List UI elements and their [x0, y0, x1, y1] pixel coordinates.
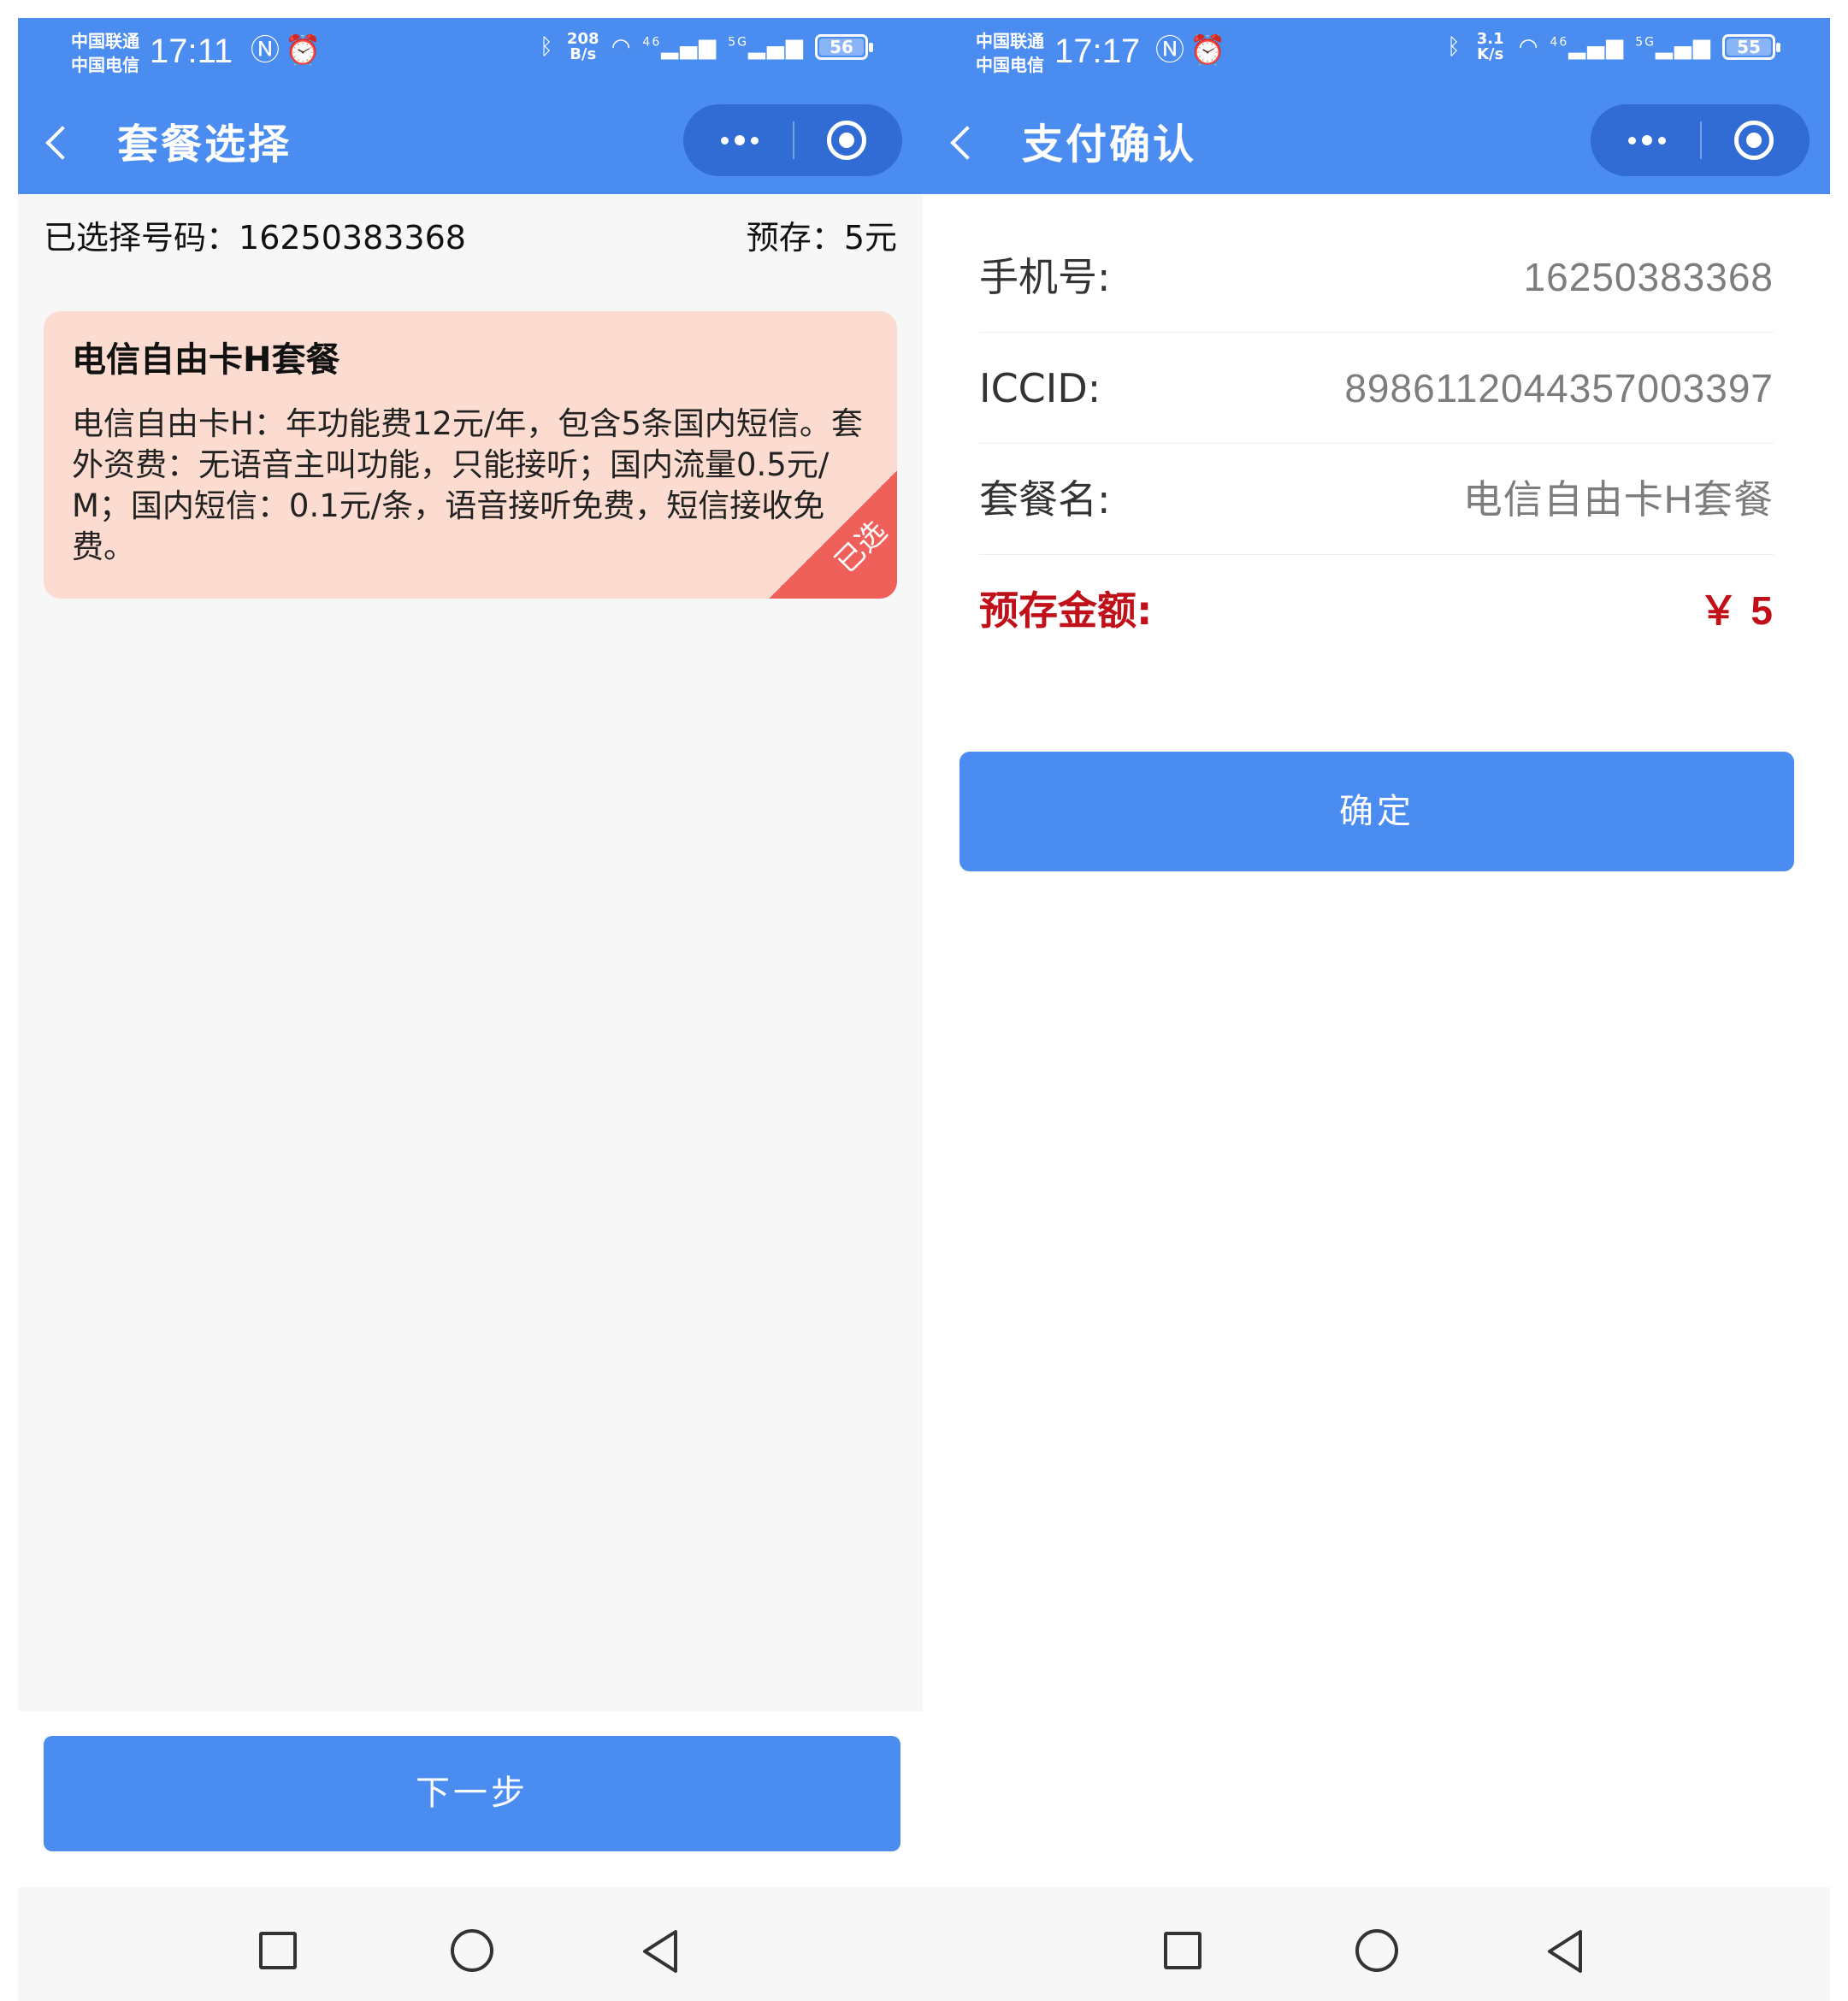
nfc-icon: Ⓝ: [1155, 33, 1190, 68]
carrier-info: 中国联通 中国电信: [976, 29, 1044, 77]
info-row-iccid: ICCID: 8986112044357003397: [979, 333, 1774, 444]
home-icon[interactable]: [451, 1929, 493, 1972]
info-row-plan: 套餐名: 电信自由卡H套餐: [979, 444, 1774, 555]
next-step-button[interactable]: 下一步: [44, 1736, 900, 1851]
mini-program-capsule: [683, 104, 902, 176]
alarm-icon: ⏰: [285, 33, 327, 68]
plan-title: 电信自由卡H套餐: [72, 340, 340, 380]
mini-program-capsule: [1591, 104, 1810, 176]
signal-icon-2: 5G▂▄▆: [1635, 34, 1712, 60]
home-icon[interactable]: [1355, 1929, 1398, 1972]
status-right: ᛒ 3.1 K/s ◠ 46▂▄▆ 5G▂▄▆ 55: [1447, 32, 1780, 62]
capsule-close-icon[interactable]: [827, 121, 866, 160]
nfc-icon: Ⓝ: [251, 33, 285, 68]
net-speed: 3.1 K/s: [1473, 32, 1509, 62]
bluetooth-icon: ᛒ: [540, 34, 555, 60]
plan-name-label: 套餐名:: [979, 476, 1111, 522]
nav-bar: 套餐选择: [18, 103, 923, 180]
selection-summary: 已选择号码：16250383368 预存：5元: [44, 216, 897, 259]
payment-confirm-screen: 中国联通 中国电信 17:17 Ⓝ⏰ ᛒ 3.1 K/s ◠ 46▂▄▆ 5G▂…: [923, 18, 1830, 2001]
info-row-phone: 手机号: 16250383368: [979, 221, 1774, 333]
carrier-info: 中国联通 中国电信: [71, 29, 139, 77]
plan-name-value: 电信自由卡H套餐: [1462, 477, 1774, 522]
confirm-button[interactable]: 确定: [959, 752, 1794, 871]
deposit-amount: 预存：5元: [747, 216, 897, 259]
status-bar: 中国联通 中国电信 17:17 Ⓝ⏰ ᛒ 3.1 K/s ◠ 46▂▄▆ 5G▂…: [923, 18, 1830, 86]
more-dots-icon[interactable]: [712, 125, 767, 156]
wifi-icon: ◠: [1518, 34, 1540, 60]
deposit-amount-label: 预存金额:: [979, 587, 1153, 634]
selected-number: 已选择号码：16250383368: [44, 216, 466, 259]
plan-description: 电信自由卡H：年功能费12元/年，包含5条国内短信。套外资费：无语音主叫功能，只…: [72, 405, 863, 565]
deposit-label: 预存：: [746, 219, 844, 257]
back-chevron-icon[interactable]: [45, 126, 80, 160]
alarm-icon: ⏰: [1190, 33, 1231, 68]
iccid-value: 8986112044357003397: [1344, 366, 1774, 410]
info-row-deposit: 预存金额: ￥ 5: [979, 555, 1774, 666]
header: 中国联通 中国电信 17:11 Ⓝ⏰ ᛒ 208 B/s ◠ 46▂▄▆ 5G▂…: [18, 18, 923, 194]
iccid-label: ICCID:: [979, 365, 1101, 411]
phone-value: 16250383368: [1523, 255, 1774, 299]
signal-icon-1: 46▂▄▆: [642, 34, 718, 60]
system-nav-bar: [18, 1887, 923, 2001]
signal-2-label: 5G: [1635, 35, 1656, 50]
signal-icon-1: 46▂▄▆: [1550, 34, 1626, 60]
page-title: 支付确认: [1022, 121, 1197, 168]
header: 中国联通 中国电信 17:17 Ⓝ⏰ ᛒ 3.1 K/s ◠ 46▂▄▆ 5G▂…: [923, 18, 1830, 194]
selected-number-value: 16250383368: [239, 219, 466, 257]
signal-1-label: 46: [1550, 35, 1569, 50]
status-bar: 中国联通 中国电信 17:11 Ⓝ⏰ ᛒ 208 B/s ◠ 46▂▄▆ 5G▂…: [18, 18, 923, 86]
plan-card[interactable]: 电信自由卡H套餐 电信自由卡H：年功能费12元/年，包含5条国内短信。套外资费：…: [44, 311, 897, 599]
wifi-icon: ◠: [611, 34, 633, 60]
selected-badge-label: 已选: [828, 514, 894, 581]
net-speed-unit: K/s: [1477, 45, 1504, 63]
system-nav-bar: [923, 1887, 1830, 2001]
status-time: 17:11: [150, 32, 233, 70]
carrier-2: 中国电信: [71, 55, 139, 75]
more-dots-icon[interactable]: [1620, 125, 1674, 156]
battery-icon: 56: [815, 34, 873, 60]
net-speed: 208 B/s: [565, 32, 601, 62]
carrier-1: 中国联通: [71, 31, 139, 51]
status-indicators: Ⓝ⏰: [251, 33, 326, 68]
recent-apps-icon[interactable]: [1164, 1932, 1201, 1969]
deposit-value: 5元: [843, 219, 897, 257]
plan-selection-screen: 中国联通 中国电信 17:11 Ⓝ⏰ ᛒ 208 B/s ◠ 46▂▄▆ 5G▂…: [18, 18, 923, 2001]
signal-2-label: 5G: [728, 35, 748, 50]
selected-badge: 已选: [769, 470, 897, 599]
selected-number-label: 已选择号码：: [44, 219, 239, 257]
battery-level: 55: [1737, 37, 1761, 57]
signal-icon-2: 5G▂▄▆: [728, 34, 805, 60]
page-title: 套餐选择: [117, 121, 292, 168]
capsule-close-icon[interactable]: [1734, 121, 1774, 160]
status-time: 17:17: [1054, 32, 1141, 70]
phone-label: 手机号:: [979, 254, 1111, 300]
battery-level: 56: [830, 37, 853, 57]
deposit-amount-value: ￥ 5: [1698, 588, 1774, 633]
bluetooth-icon: ᛒ: [1447, 34, 1462, 60]
back-chevron-icon[interactable]: [950, 126, 984, 160]
status-right: ᛒ 208 B/s ◠ 46▂▄▆ 5G▂▄▆ 56: [540, 32, 873, 62]
status-indicators: Ⓝ⏰: [1155, 33, 1231, 68]
net-speed-unit: B/s: [570, 45, 597, 63]
carrier-2: 中国电信: [976, 55, 1044, 75]
carrier-1: 中国联通: [976, 31, 1044, 51]
battery-icon: 55: [1722, 34, 1780, 60]
signal-1-label: 46: [642, 35, 662, 50]
nav-bar: 支付确认: [923, 103, 1830, 180]
recent-apps-icon[interactable]: [259, 1932, 297, 1969]
